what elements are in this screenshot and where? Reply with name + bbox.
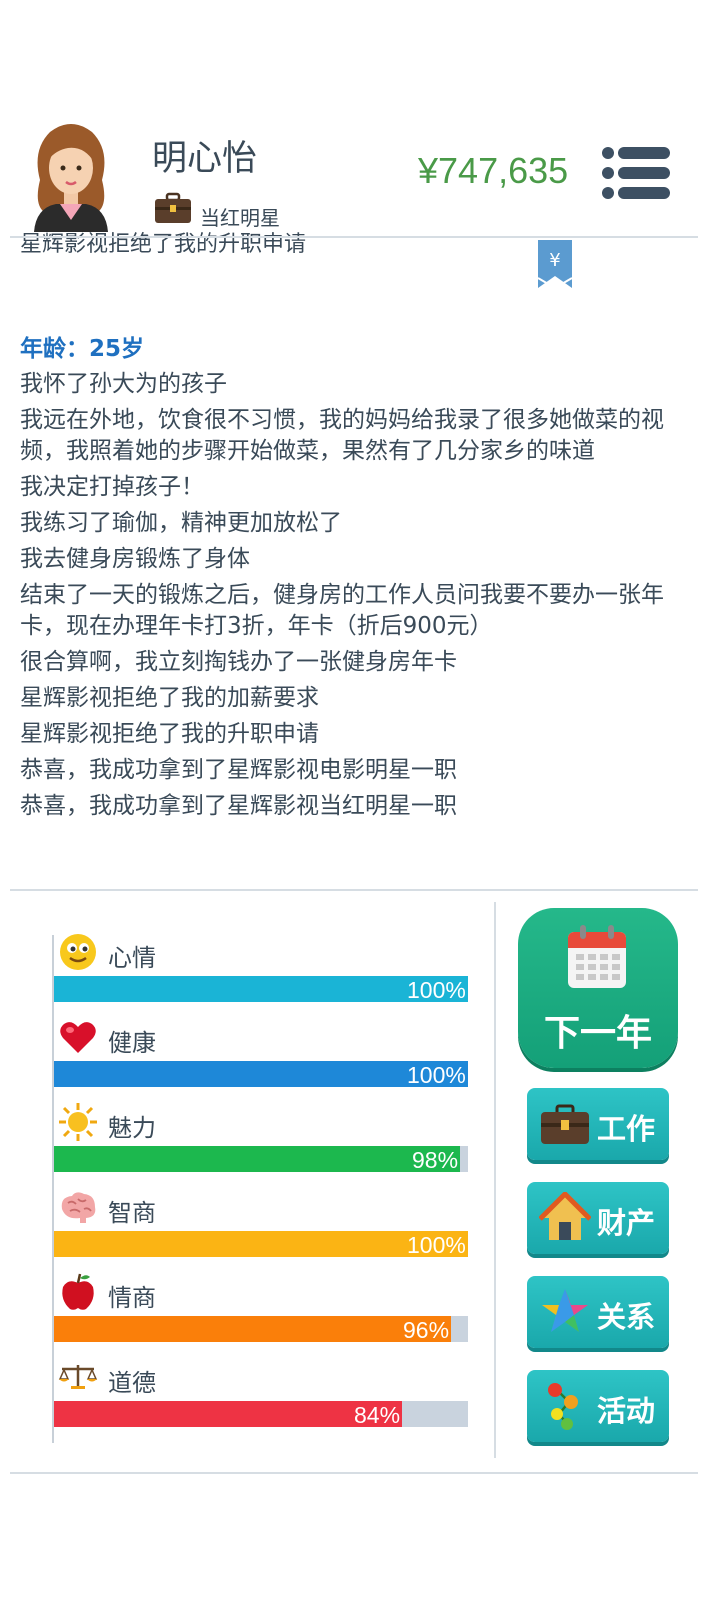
stat-name: 情商 — [108, 1284, 156, 1312]
stat-percent: 98% — [412, 1147, 459, 1173]
event-log: 年龄：25岁 我怀了孙大为的孩子 我远在外地，饮食很不习惯，我的妈妈给我录了很多… — [20, 334, 680, 827]
menu-icon[interactable] — [600, 146, 672, 200]
relations-label: 关系 — [597, 1300, 656, 1334]
stat-percent: 96% — [403, 1317, 450, 1343]
scales-icon — [58, 1365, 98, 1389]
profile-header: 明心怡 当红明星 ¥747,635 — [0, 110, 720, 240]
log-line: 结束了一天的锻炼之后，健身房的工作人员问我要不要办一张年卡，现在办理年卡打3折，… — [20, 582, 664, 639]
next-year-button[interactable]: 下一年 — [518, 908, 678, 1068]
stats-axis — [52, 935, 54, 1443]
log-line: 星辉影视拒绝了我的加薪要求 — [20, 685, 319, 711]
stat-bar-fill — [54, 1061, 468, 1087]
log-line: 星辉影视拒绝了我的升职申请 — [20, 721, 319, 747]
avatar — [34, 124, 108, 232]
next-year-label: 下一年 — [543, 1013, 652, 1054]
smiley-icon — [60, 934, 96, 970]
stat-bar-fill — [54, 1316, 451, 1342]
activities-button[interactable]: 活动 — [527, 1370, 669, 1442]
log-divider — [10, 889, 698, 891]
stat-name: 魅力 — [108, 1114, 156, 1142]
log-line: 我远在外地，饮食很不习惯，我的妈妈给我录了很多她做菜的视频，我照着她的步骤开始做… — [20, 407, 664, 464]
log-line: 我决定打掉孩子！ — [20, 474, 204, 500]
stat-percent: 100% — [407, 977, 466, 1003]
heart-icon — [60, 1022, 96, 1053]
stat-bar: 96% — [54, 1316, 468, 1343]
calendar-icon — [568, 925, 626, 988]
log-line: 很合算啊，我立刻掏钱办了一张健身房年卡 — [20, 649, 457, 675]
stat-percent: 100% — [407, 1062, 466, 1088]
age-heading: 年龄：25岁 — [20, 336, 145, 362]
log-line: 我练习了瑜伽，精神更加放松了 — [20, 510, 342, 536]
player-name: 明心怡 — [152, 139, 258, 179]
money-balance: ¥747,635 — [418, 150, 569, 191]
stat-bar: 84% — [54, 1401, 468, 1428]
sun-icon — [59, 1103, 97, 1141]
property-label: 财产 — [597, 1206, 656, 1240]
stat-bar-fill — [54, 1401, 402, 1427]
stat-name: 智商 — [108, 1199, 156, 1227]
log-line: 我去健身房锻炼了身体 — [20, 546, 250, 572]
briefcase-icon — [155, 192, 191, 223]
panel-divider — [494, 902, 496, 1458]
star-icon — [542, 1289, 588, 1332]
briefcase-icon — [541, 1104, 589, 1144]
stat-bar: 100% — [54, 1231, 468, 1258]
stat-percent: 84% — [354, 1402, 401, 1428]
stat-name: 心情 — [108, 944, 156, 972]
apple-icon — [62, 1273, 94, 1310]
log-line: 恭喜，我成功拿到了星辉影视当红明星一职 — [20, 793, 457, 819]
stat-bar: 98% — [54, 1146, 468, 1173]
bookmark-yen-icon[interactable]: ¥ — [536, 240, 574, 290]
svg-text:¥: ¥ — [549, 250, 560, 271]
header-divider — [10, 236, 698, 238]
activities-icon — [548, 1383, 578, 1430]
house-icon — [539, 1192, 591, 1240]
footer-divider — [10, 1472, 698, 1474]
stat-bar-fill — [54, 1146, 460, 1172]
stat-name: 健康 — [108, 1029, 156, 1057]
log-line: 我怀了孙大为的孩子 — [20, 371, 227, 397]
brain-icon — [61, 1192, 96, 1223]
stat-percent: 100% — [407, 1232, 466, 1258]
work-label: 工作 — [597, 1112, 656, 1146]
stat-bar-fill — [54, 1231, 468, 1257]
relations-button[interactable]: 关系 — [527, 1276, 669, 1348]
stat-bar: 100% — [54, 1061, 468, 1088]
log-clipped-line: 星辉影视拒绝了我的升职申请 — [20, 232, 307, 257]
activities-label: 活动 — [597, 1394, 656, 1428]
stat-bar: 100% — [54, 976, 468, 1003]
work-button[interactable]: 工作 — [527, 1088, 669, 1160]
log-line: 恭喜，我成功拿到了星辉影视电影明星一职 — [20, 757, 457, 783]
stat-name: 道德 — [108, 1369, 156, 1397]
stat-bar-fill — [54, 976, 468, 1002]
property-button[interactable]: 财产 — [527, 1182, 669, 1254]
